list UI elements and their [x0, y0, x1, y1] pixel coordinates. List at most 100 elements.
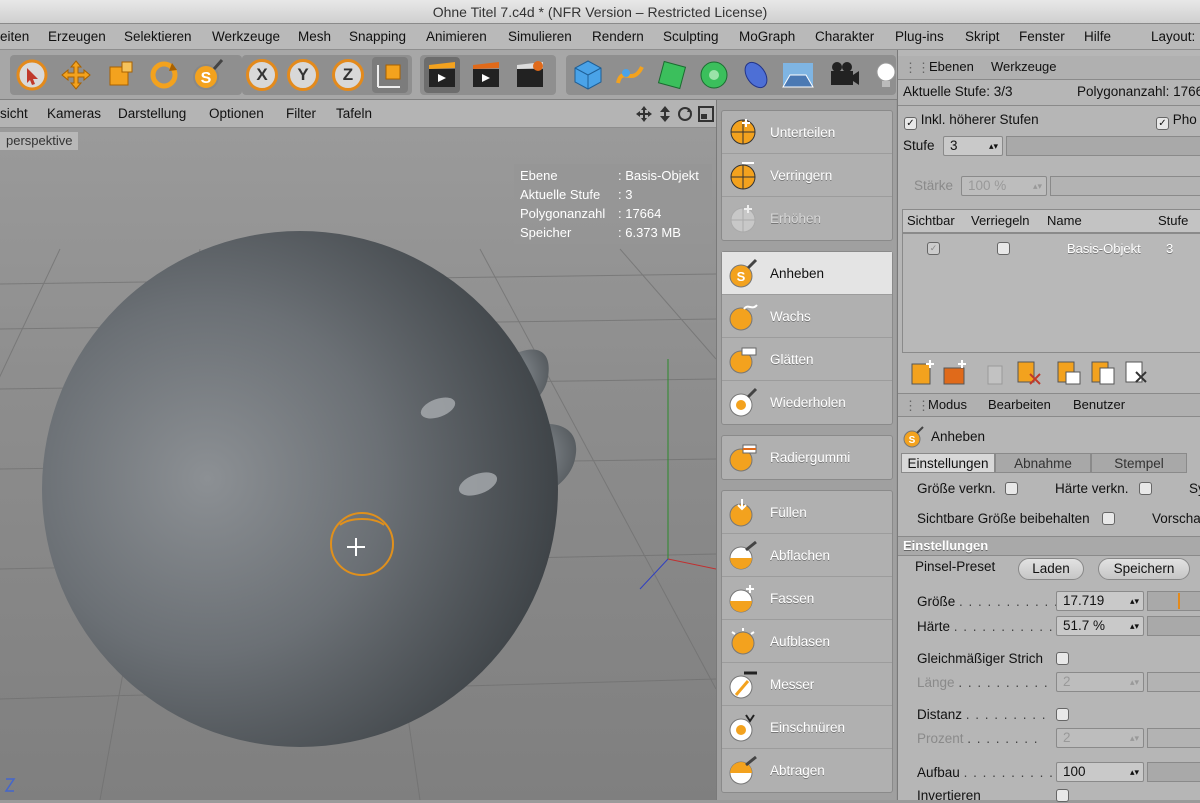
pan-view-icon[interactable] — [636, 106, 652, 125]
attr-menu-bearbeiten[interactable]: Bearbeiten — [988, 397, 1051, 412]
delete-layer-icon[interactable] — [980, 358, 1008, 389]
aufbau-field[interactable]: 100 ▴▾ — [1056, 762, 1144, 782]
viewport-menu-item[interactable]: Optionen — [209, 100, 264, 128]
table-row[interactable]: ✓ Basis-Objekt 3 — [903, 238, 1200, 260]
menu-item[interactable]: Charakter — [815, 24, 874, 50]
column-verriegeln[interactable]: Verriegeln — [971, 213, 1030, 228]
viewport-menu-item[interactable]: Tafeln — [336, 100, 372, 128]
messer-button[interactable]: Messer — [722, 663, 892, 706]
fassen-button[interactable]: Fassen — [722, 577, 892, 620]
laden-button[interactable]: Laden — [1018, 558, 1084, 580]
anheben-button[interactable]: S Anheben — [722, 252, 892, 295]
tab-ebenen[interactable]: Ebenen — [929, 59, 974, 74]
sichtbare-groesse-checkbox[interactable] — [1102, 512, 1115, 525]
camera-icon[interactable] — [826, 57, 862, 93]
menu-item[interactable]: Erzeugen — [48, 24, 106, 50]
speichern-button[interactable]: Speichern — [1098, 558, 1190, 580]
groesse-field[interactable]: 17.719 ▴▾ — [1056, 591, 1144, 611]
copy-layer-icon[interactable] — [1088, 358, 1116, 389]
axis-y-lock-button[interactable]: Y — [287, 59, 319, 91]
menu-item[interactable]: Simulieren — [508, 24, 572, 50]
generator-icon[interactable] — [654, 57, 690, 93]
deformer-icon[interactable] — [738, 57, 774, 93]
unterteilen-button[interactable]: Unterteilen — [722, 111, 892, 154]
incl-higher-levels-checkbox[interactable]: ✓ Inkl. höherer Stufen — [904, 112, 1039, 130]
select-tool-icon[interactable] — [14, 57, 50, 93]
sculpt-brush-tool-icon[interactable]: S — [190, 57, 226, 93]
tab-werkzeuge[interactable]: Werkzeuge — [991, 59, 1057, 74]
distanz-checkbox[interactable] — [1056, 708, 1069, 721]
menu-item[interactable]: Animieren — [426, 24, 487, 50]
stufe-field[interactable]: 3 ▴▾ — [943, 136, 1003, 156]
fuellen-button[interactable]: Füllen — [722, 491, 892, 534]
menu-item[interactable]: eiten — [0, 24, 29, 50]
groesse-slider[interactable] — [1147, 591, 1200, 611]
tab-abnahme[interactable]: Abnahme — [995, 453, 1091, 473]
abflachen-button[interactable]: Abflachen — [722, 534, 892, 577]
section-header[interactable]: Einstellungen — [898, 536, 1200, 556]
attr-menu-benutzer[interactable]: Benutzer — [1073, 397, 1125, 412]
bake-layer-icon[interactable] — [1054, 358, 1082, 389]
zoom-view-icon[interactable] — [658, 106, 672, 125]
viewport-menu-item[interactable]: Darstellung — [118, 100, 186, 128]
menu-item[interactable]: Mesh — [298, 24, 331, 50]
viewport-menu-item[interactable]: Filter — [286, 100, 316, 128]
wiederholen-button[interactable]: Wiederholen — [722, 381, 892, 424]
mograph-cloner-icon[interactable] — [696, 57, 732, 93]
radiergummi-button[interactable]: Radiergummi — [722, 436, 892, 479]
glaetten-button[interactable]: Glätten — [722, 338, 892, 381]
haerte-field[interactable]: 51.7 % ▴▾ — [1056, 616, 1144, 636]
lock-checkbox[interactable] — [997, 242, 1010, 255]
groesse-verkn-checkbox[interactable] — [1005, 482, 1018, 495]
tab-stempel[interactable]: Stempel — [1091, 453, 1187, 473]
scale-tool-icon[interactable] — [102, 57, 138, 93]
render-view-icon[interactable] — [424, 57, 460, 93]
maximize-view-icon[interactable] — [698, 106, 714, 125]
menu-item[interactable]: Plug-ins — [895, 24, 944, 50]
menu-item[interactable]: Fenster — [1019, 24, 1065, 50]
verringern-button[interactable]: Verringern — [722, 154, 892, 197]
menu-item[interactable]: Sculpting — [663, 24, 719, 50]
rotate-view-icon[interactable] — [677, 106, 693, 125]
gleichmaessiger-strich-checkbox[interactable] — [1056, 652, 1069, 665]
cube-primitive-icon[interactable] — [570, 57, 606, 93]
column-sichtbar[interactable]: Sichtbar — [907, 213, 955, 228]
menu-item[interactable]: Hilfe — [1084, 24, 1111, 50]
menu-item[interactable]: Skript — [965, 24, 1000, 50]
add-layer-icon[interactable] — [908, 358, 936, 389]
menu-item[interactable]: Selektieren — [124, 24, 192, 50]
visible-checkbox[interactable]: ✓ — [927, 242, 940, 255]
aufbau-slider[interactable] — [1147, 762, 1200, 782]
environment-floor-icon[interactable] — [780, 57, 816, 93]
menu-item[interactable]: Rendern — [592, 24, 644, 50]
render-picture-viewer-icon[interactable] — [468, 57, 504, 93]
stufe-slider[interactable] — [1006, 136, 1200, 156]
merge-layer-icon[interactable] — [1122, 358, 1150, 389]
invertieren-checkbox[interactable] — [1056, 789, 1069, 802]
tab-einstellungen[interactable]: Einstellungen — [901, 453, 995, 473]
axis-z-lock-button[interactable]: Z — [332, 59, 364, 91]
axis-x-lock-button[interactable]: X — [246, 59, 278, 91]
add-folder-icon[interactable] — [940, 358, 968, 389]
move-tool-icon[interactable] — [58, 57, 94, 93]
wachs-button[interactable]: Wachs — [722, 295, 892, 338]
einschnueren-button[interactable]: Einschnüren — [722, 706, 892, 749]
haerte-verkn-checkbox[interactable] — [1139, 482, 1152, 495]
attr-menu-modus[interactable]: Modus — [928, 397, 967, 412]
aufblasen-button[interactable]: Aufblasen — [722, 620, 892, 663]
render-settings-icon[interactable] — [512, 57, 548, 93]
column-name[interactable]: Name — [1047, 213, 1082, 228]
menu-item[interactable]: Werkzeuge — [212, 24, 280, 50]
menu-item[interactable]: Snapping — [349, 24, 406, 50]
clear-layer-icon[interactable] — [1014, 358, 1042, 389]
erhoehen-button[interactable]: Erhöhen — [722, 197, 892, 240]
phong-checkbox[interactable]: ✓ Pho — [1156, 112, 1197, 130]
rotate-tool-icon[interactable] — [146, 57, 182, 93]
viewport-menu-item[interactable]: Kameras — [47, 100, 101, 128]
column-stufe[interactable]: Stufe — [1158, 213, 1188, 228]
menu-item[interactable]: Layout: — [1151, 24, 1195, 50]
coordinate-system-icon[interactable] — [372, 57, 408, 93]
abtragen-button[interactable]: Abtragen — [722, 749, 892, 792]
viewport-menu-item[interactable]: sicht — [0, 100, 28, 128]
spline-icon[interactable] — [612, 57, 648, 93]
